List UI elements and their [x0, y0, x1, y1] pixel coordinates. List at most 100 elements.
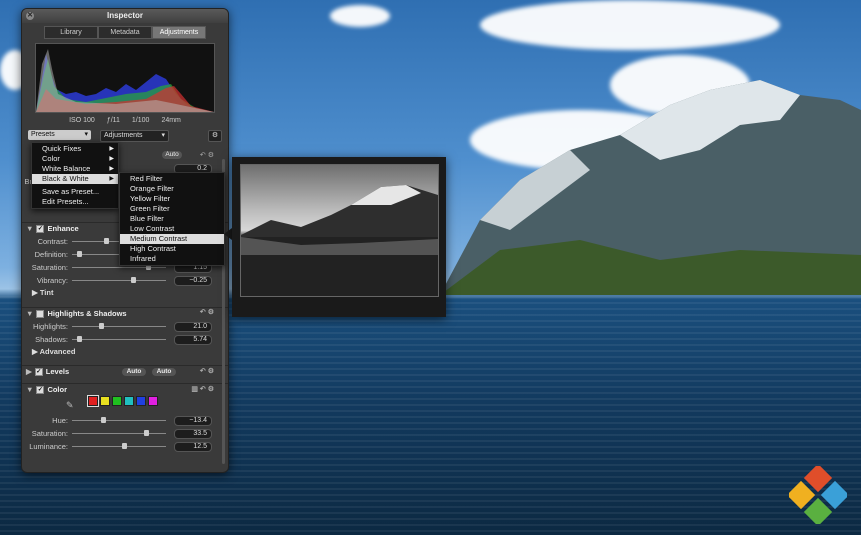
disclosure-triangle-icon[interactable]: ▼	[26, 309, 33, 318]
highlights-shadows-header[interactable]: ▼ Highlights & Shadows ↶ ⚙	[22, 307, 228, 320]
slider-label: Hue:	[52, 416, 68, 425]
presets-menu-item[interactable]: Black & White ▶	[32, 174, 118, 184]
highlights-shadows-section: ▼ Highlights & Shadows ↶ ⚙ Highlights: 21.…	[22, 307, 228, 358]
color-swatch[interactable]	[148, 396, 158, 406]
slider-label: Luminance:	[29, 442, 68, 451]
reset-icon[interactable]: ↶ ⚙	[200, 149, 214, 162]
slider-track[interactable]	[72, 420, 166, 421]
highlights-shadows-checkbox[interactable]	[36, 310, 45, 319]
gear-icon[interactable]: ⚙	[208, 130, 222, 142]
presets-menu-item[interactable]: Save as Preset...	[32, 187, 118, 197]
slider-value-field[interactable]: −0.25	[174, 276, 212, 286]
bw-submenu-item[interactable]: Blue Filter	[120, 214, 224, 224]
eyedropper-icon[interactable]: ✎	[66, 399, 74, 412]
color-section: ▼ ✓ Color ▥ ↶ ⚙ ✎ Hue: −13.4 Saturation: 33.5…	[22, 383, 228, 453]
slider-value-field[interactable]: −13.4	[174, 416, 212, 426]
enhance-slider-row: Vibrancy: −0.25	[22, 274, 228, 287]
bw-submenu-item[interactable]: Orange Filter	[120, 184, 224, 194]
slider-label: Shadows:	[35, 335, 68, 344]
bw-submenu-item[interactable]: Medium Contrast	[120, 234, 224, 244]
disclosure-triangle-icon[interactable]: ▶	[26, 367, 32, 376]
slider-track[interactable]	[72, 326, 166, 327]
disclosure-triangle-icon[interactable]: ▶	[32, 288, 40, 297]
slider-track[interactable]	[72, 339, 166, 340]
color-swatch[interactable]	[136, 396, 146, 406]
histogram-graph	[36, 49, 214, 112]
menu-item-label: Color	[42, 154, 60, 163]
presets-button[interactable]: Presets ▾	[28, 130, 91, 140]
presets-label: Presets	[31, 131, 55, 138]
slider-label: Highlights:	[32, 322, 68, 331]
color-header[interactable]: ▼ ✓ Color ▥ ↶ ⚙	[22, 383, 228, 396]
histogram	[35, 43, 215, 113]
slider-knob[interactable]	[121, 443, 127, 449]
slider-value-field[interactable]: 5.74	[174, 335, 212, 345]
levels-checkbox[interactable]: ✓	[34, 368, 43, 377]
slider-value-field[interactable]: 21.0	[174, 322, 212, 332]
slider-knob[interactable]	[130, 277, 136, 283]
menu-item-label: Blue Filter	[130, 214, 164, 223]
slider-track[interactable]	[72, 267, 166, 268]
disclosure-triangle-icon[interactable]: ▶	[32, 347, 40, 356]
levels-header[interactable]: ▶ ✓ Levels Auto Auto ↶ ⚙	[22, 365, 228, 378]
slider-value-field[interactable]: 33.5	[174, 429, 212, 439]
slider-value-field[interactable]: 12.5	[174, 442, 212, 452]
levels-auto-button[interactable]: Auto	[122, 368, 146, 376]
tab-library[interactable]: Library	[44, 26, 98, 39]
disclosure-triangle-icon[interactable]: ▼	[26, 385, 33, 394]
reset-icon[interactable]: ↶ ⚙	[200, 307, 214, 319]
color-slider-row: Saturation: 33.5	[22, 427, 228, 440]
color-swatch[interactable]	[112, 396, 122, 406]
menu-item-label: White Balance	[42, 164, 91, 173]
bw-submenu-item[interactable]: Infrared	[120, 254, 224, 264]
menu-item-label: Quick Fixes	[42, 144, 82, 153]
presets-menu-item[interactable]: White Balance ▶	[32, 164, 118, 174]
reset-icon[interactable]: ▥ ↶ ⚙	[191, 384, 214, 396]
exif-aperture: ƒ/11	[106, 117, 120, 124]
menu-item-label: Yellow Filter	[130, 194, 171, 203]
menu-item-label: Red Filter	[130, 174, 163, 183]
exposure-auto-button[interactable]: Auto	[162, 151, 182, 159]
presets-menu-item[interactable]: Color ▶	[32, 154, 118, 164]
tab-metadata[interactable]: Metadata	[98, 26, 152, 39]
bw-submenu-item[interactable]: High Contrast	[120, 244, 224, 254]
inspector-tabs: Library Metadata Adjustments	[22, 26, 228, 39]
inspector-titlebar[interactable]: ✕ Inspector	[22, 9, 228, 23]
preview-pointer	[224, 228, 232, 240]
tab-adjustments[interactable]: Adjustments	[152, 26, 206, 39]
presets-menu-item[interactable]: Edit Presets...	[32, 197, 118, 207]
color-swatch[interactable]	[100, 396, 110, 406]
adjustments-button[interactable]: Adjustments ▾	[100, 130, 169, 142]
color-checkbox[interactable]: ✓	[36, 386, 45, 395]
reset-icon[interactable]: ↶ ⚙	[200, 366, 214, 378]
enhance-checkbox[interactable]: ✓	[36, 225, 45, 234]
close-icon[interactable]: ✕	[26, 12, 34, 20]
submenu-arrow-icon: ▶	[109, 146, 114, 152]
advanced-header[interactable]: ▶ Advanced	[22, 346, 228, 358]
tint-header[interactable]: ▶ Tint	[22, 287, 228, 299]
mountain-range	[440, 80, 861, 295]
slider-track[interactable]	[72, 280, 166, 281]
slider-knob[interactable]	[76, 251, 82, 257]
bw-submenu-item[interactable]: Yellow Filter	[120, 194, 224, 204]
color-swatch[interactable]	[87, 395, 99, 407]
color-swatch[interactable]	[124, 396, 134, 406]
black-white-submenu: Red Filter Orange Filter Yellow Filter Gree…	[119, 172, 225, 266]
bw-submenu-item[interactable]: Low Contrast	[120, 224, 224, 234]
cloud	[480, 0, 780, 50]
bw-submenu-item[interactable]: Green Filter	[120, 204, 224, 214]
enhance-title: Enhance	[47, 224, 79, 233]
slider-knob[interactable]	[100, 417, 106, 423]
slider-knob[interactable]	[103, 238, 109, 244]
slider-knob[interactable]	[99, 323, 104, 329]
slider-track[interactable]	[72, 433, 166, 434]
bw-submenu-item[interactable]: Red Filter	[120, 174, 224, 184]
presets-menu-item[interactable]: Quick Fixes ▶	[32, 144, 118, 154]
disclosure-triangle-icon[interactable]: ▼	[26, 224, 33, 233]
slider-knob[interactable]	[77, 336, 83, 342]
slider-track[interactable]	[72, 446, 166, 447]
presets-menu: Quick Fixes ▶ Color ▶ White Balance ▶ Black & …	[31, 142, 119, 209]
slider-knob[interactable]	[144, 430, 149, 436]
levels-auto-color-button[interactable]: Auto	[152, 368, 176, 376]
preview-mountains	[241, 185, 438, 296]
